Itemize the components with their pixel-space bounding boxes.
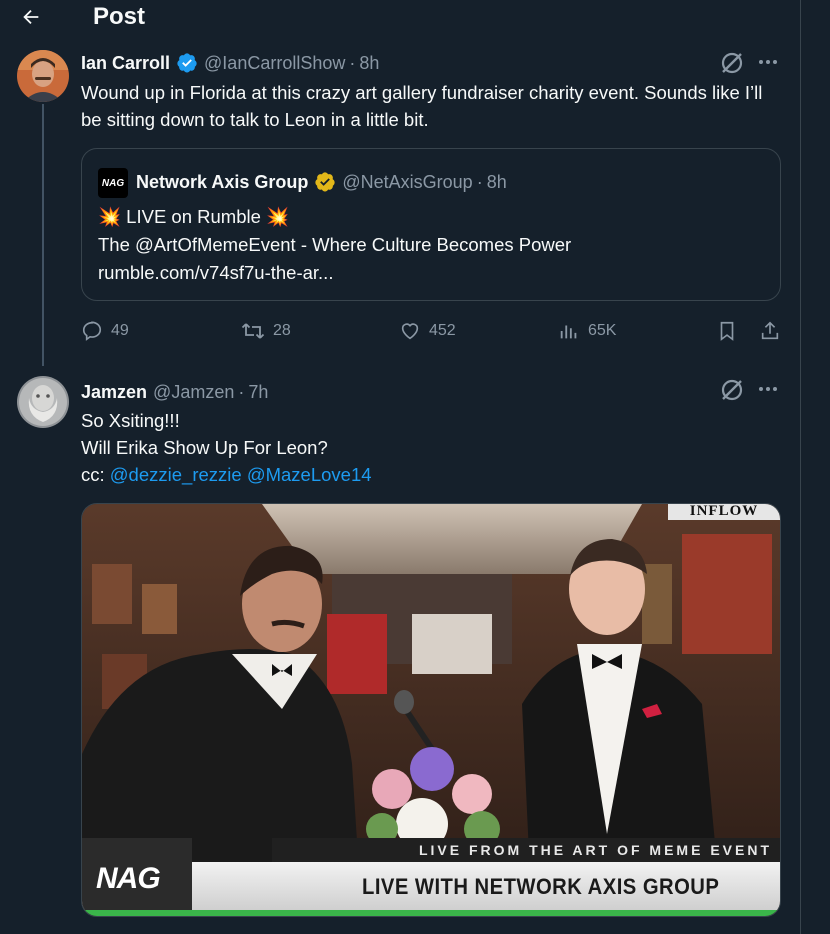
media-image[interactable]: INFLOW LIVE FROM THE ART OF MEME EVENT L…	[81, 503, 781, 917]
timestamp[interactable]: 8h	[359, 53, 379, 74]
reply-button[interactable]: 49	[81, 316, 129, 346]
avatar[interactable]	[17, 50, 69, 102]
back-button[interactable]	[14, 0, 48, 34]
avatar[interactable]	[17, 376, 69, 428]
mention-link[interactable]: @dezzie_rezzie	[110, 464, 242, 485]
more-options-icon[interactable]	[755, 376, 781, 402]
heart-icon	[401, 323, 419, 340]
quote-avatar: NAG	[98, 168, 128, 198]
quote-link[interactable]: rumble.com/v74sf7u-the-ar...	[98, 262, 333, 284]
reply-count: 49	[111, 322, 129, 339]
view-count: 65K	[588, 322, 617, 339]
repost-count: 28	[273, 322, 291, 339]
quote-timestamp: 8h	[486, 171, 507, 192]
separator-dot: ·	[349, 52, 356, 73]
separator-dot: ·	[476, 171, 483, 192]
quoted-post-card[interactable]: NAG Network Axis Group @NetAxisGroup · 8…	[81, 148, 781, 301]
views-chart-icon	[560, 325, 577, 339]
author-name[interactable]: Jamzen	[81, 382, 147, 403]
reply-icon	[82, 321, 102, 341]
tweet-text: Wound up in Florida at this crazy art ga…	[81, 82, 763, 130]
tweet-line-1: So Xsiting!!!	[81, 410, 180, 431]
like-button[interactable]: 452	[399, 316, 456, 346]
bookmark-icon	[720, 321, 734, 341]
bookmark-button[interactable]	[716, 316, 738, 346]
quote-line-2: The @ArtOfMemeEvent - Where Culture Beco…	[98, 234, 572, 255]
verified-badge-icon	[177, 53, 197, 73]
like-count: 452	[429, 322, 456, 339]
author-handle[interactable]: @IanCarrollShow	[204, 53, 345, 74]
separator-dot: ·	[238, 381, 245, 402]
action-bar: 49 28 452 65K	[81, 316, 781, 346]
grok-icon[interactable]	[719, 377, 745, 403]
views-button[interactable]: 65K	[558, 316, 616, 346]
network-logo: NAG	[96, 862, 161, 895]
mention-link[interactable]: @MazeLove14	[247, 464, 372, 485]
quote-line-1: 💥 LIVE on Rumble 💥	[98, 206, 290, 227]
quote-author-handle: @NetAxisGroup	[342, 171, 473, 192]
page-title: Post	[93, 3, 146, 30]
tweet-line-2: Will Erika Show Up For Leon?	[81, 437, 328, 458]
lower-third-overlay: LIVE FROM THE ART OF MEME EVENT LIVE WIT…	[82, 838, 780, 916]
quote-author-name: Network Axis Group	[136, 171, 309, 192]
quote-header: Network Axis Group @NetAxisGroup · 8h	[136, 170, 507, 194]
column-border	[800, 0, 801, 934]
grok-icon[interactable]	[719, 50, 745, 76]
lower-third-title: LIVE WITH NETWORK AXIS GROUP	[362, 874, 720, 899]
repost-icon	[241, 323, 265, 339]
share-button[interactable]	[759, 316, 781, 346]
repost-button[interactable]: 28	[241, 316, 291, 346]
share-icon	[761, 321, 779, 340]
quote-avatar-logo: NAG	[101, 177, 125, 189]
lower-third-subtitle: LIVE FROM THE ART OF MEME EVENT	[272, 838, 780, 862]
author-handle[interactable]: @Jamzen	[153, 382, 234, 403]
author-name[interactable]: Ian Carroll	[81, 53, 170, 74]
more-options-icon[interactable]	[755, 49, 781, 75]
page-header: Post	[0, 0, 800, 36]
background-banner-text: INFLOW	[668, 504, 780, 520]
tweet-header: Jamzen @Jamzen · 7h	[81, 380, 268, 404]
verified-gold-badge-icon	[315, 172, 335, 192]
lower-third-accent	[82, 910, 780, 916]
network-logo-box: NAG	[82, 838, 192, 916]
tweet-header: Ian Carroll @IanCarrollShow · 8h	[81, 51, 379, 75]
tweet-text: So Xsiting!!! Will Erika Show Up For Leo…	[81, 407, 771, 488]
thread-connector-line	[42, 104, 44, 366]
arrow-left-icon	[23, 9, 39, 25]
cc-label: cc:	[81, 464, 105, 485]
tweet-line-3: cc: @dezzie_rezzie @MazeLove14	[81, 461, 771, 488]
timestamp[interactable]: 7h	[248, 382, 268, 403]
